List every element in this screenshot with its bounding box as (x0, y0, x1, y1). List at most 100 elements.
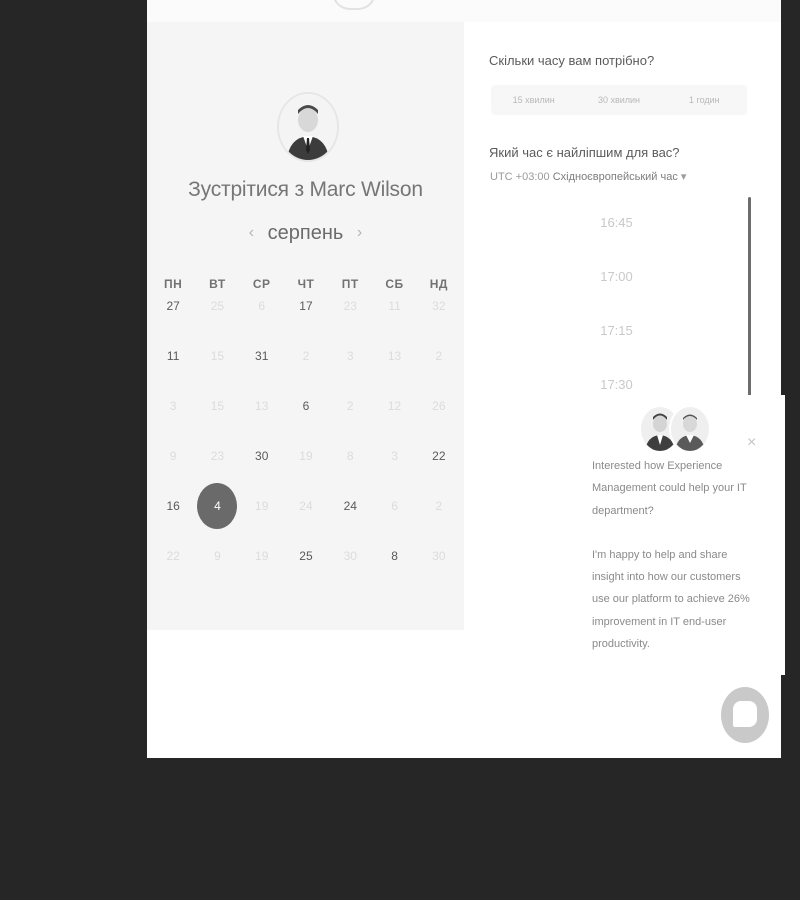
calendar-day-unavailable: 11 (372, 296, 416, 316)
calendar-day-unavailable: 3 (372, 446, 416, 466)
calendar-day-number: 11 (166, 349, 180, 363)
time-slot[interactable]: 17:30 (574, 377, 659, 392)
logo-icon (332, 0, 376, 10)
meeting-title: Зустрітися з Marc Wilson (188, 178, 423, 201)
calendar-day-unavailable: 12 (372, 396, 416, 416)
calendar-day-available[interactable]: 17 (284, 296, 328, 316)
calendar-day-number: 2 (346, 399, 354, 413)
time-slot[interactable]: 17:00 (574, 269, 659, 284)
calendar-week-row: 22 9 19 25 30 8 30 (151, 546, 461, 596)
calendar-day-number: 6 (391, 499, 398, 513)
calendar-day-available[interactable]: 25 (284, 546, 328, 566)
calendar-day-unavailable: 32 (417, 296, 461, 316)
close-icon[interactable]: × (747, 435, 756, 451)
calendar-day-number: 2 (302, 349, 310, 363)
calendar-day-unavailable: 3 (151, 396, 195, 416)
calendar-day-number: 8 (391, 549, 398, 563)
duration-option-60[interactable]: 1 годин (662, 85, 747, 115)
calendar-day-unavailable: 3 (328, 346, 372, 366)
calendar-day-number: 24 (299, 499, 313, 513)
modal-top-strip (147, 0, 781, 22)
calendar-week-row: 27 25 6 17 23 11 32 (151, 296, 461, 346)
calendar-day-number: 30 (432, 549, 446, 563)
calendar-day-number: 27 (166, 299, 180, 313)
calendar-day-number: 30 (255, 449, 269, 463)
calendar-grid: 27 25 6 17 23 11 32 11 15 31 2 3 13 2 3 15 13 6 2 12 26 9 23 30… (151, 296, 461, 596)
chat-popup: × Interested how Experience Management c… (577, 395, 785, 675)
calendar-day-available[interactable]: 6 (284, 396, 328, 416)
calendar-day-available[interactable]: 22 (417, 446, 461, 466)
calendar-day-number: 22 (166, 549, 180, 563)
calendar-day-number: 19 (255, 499, 269, 513)
calendar-day-number: 25 (299, 549, 313, 563)
time-slots-scrollbar[interactable] (748, 197, 751, 427)
calendar-day-number: 26 (432, 399, 446, 413)
calendar-day-available[interactable]: 27 (151, 296, 195, 316)
calendar-day-unavailable: 2 (328, 396, 372, 416)
calendar-day-number: 2 (435, 349, 443, 363)
calendar-day-unavailable: 15 (195, 346, 239, 366)
weekday-label: ЧТ (297, 277, 315, 291)
calendar-week-row: 3 15 13 6 2 12 26 (151, 396, 461, 446)
calendar-week-row: 11 15 31 2 3 13 2 (151, 346, 461, 396)
calendar-day-unavailable: 9 (151, 446, 195, 466)
calendar-panel: Зустрітися з Marc Wilson ‹ серпень › ПН … (147, 22, 464, 630)
calendar-day-unavailable: 23 (328, 296, 372, 316)
calendar-day-unavailable: 22 (151, 546, 195, 566)
calendar-day-number: 3 (169, 399, 177, 413)
chat-message-text: I'm happy to help and share insight into… (592, 548, 750, 651)
calendar-day-available[interactable]: 11 (151, 346, 195, 366)
calendar-day-number: 16 (166, 499, 180, 513)
calendar-day-number: 6 (302, 399, 310, 413)
weekday-label: НД (429, 277, 448, 291)
chat-message-text: Interested how Experience Management cou… (592, 460, 747, 517)
calendar-day-number: 3 (391, 449, 398, 463)
calendar-day-number: 22 (432, 449, 446, 463)
chevron-down-icon: ▾ (680, 171, 687, 183)
calendar-day-unavailable: 24 (284, 496, 328, 516)
chat-agents (639, 405, 711, 453)
next-month-icon[interactable]: › (357, 224, 362, 242)
calendar-day-unavailable: 13 (240, 396, 284, 416)
calendar-day-number: 24 (343, 499, 357, 513)
calendar-day-selected[interactable]: 4 (195, 483, 239, 529)
calendar-day-number: 4 (214, 499, 221, 513)
calendar-day-number: 32 (432, 299, 446, 313)
calendar-day-unavailable: 15 (195, 396, 239, 416)
calendar-day-number: 9 (169, 449, 177, 463)
calendar-day-number: 15 (210, 349, 225, 363)
weekday-header: ПН ВТ СР ЧТ ПТ СБ НД (151, 277, 461, 291)
calendar-day-number: 23 (210, 449, 225, 463)
prev-month-icon[interactable]: ‹ (249, 224, 254, 242)
calendar-day-available[interactable]: 30 (240, 446, 284, 466)
calendar-day-number: 13 (387, 349, 402, 363)
chat-launcher-button[interactable] (721, 687, 769, 743)
calendar-day-unavailable: 23 (195, 446, 239, 466)
time-slot[interactable]: 16:45 (574, 215, 659, 230)
calendar-day-number: 15 (210, 399, 225, 413)
calendar-day-available[interactable]: 16 (151, 496, 195, 516)
weekday-label: ПТ (341, 277, 359, 291)
calendar-day-number: 3 (346, 349, 354, 363)
calendar-day-number: 11 (388, 299, 401, 313)
month-label: серпень (267, 222, 344, 244)
time-question: Який час є найліпшим для вас? (489, 145, 680, 160)
calendar-day-unavailable: 8 (328, 446, 372, 466)
chat-message: Interested how Experience Management cou… (592, 455, 758, 655)
time-slot[interactable]: 17:15 (574, 323, 659, 338)
duration-option-30[interactable]: 30 хвилин (576, 85, 661, 115)
host-avatar (277, 92, 339, 162)
calendar-day-number: 19 (299, 449, 313, 463)
calendar-day-unavailable: 19 (284, 446, 328, 466)
duration-selector: 15 хвилин 30 хвилин 1 годин (491, 85, 747, 115)
calendar-day-number: 17 (299, 299, 313, 313)
calendar-day-unavailable: 2 (417, 496, 461, 516)
calendar-day-available[interactable]: 24 (328, 496, 372, 516)
duration-option-15[interactable]: 15 хвилин (491, 85, 576, 115)
calendar-day-number: 30 (343, 549, 357, 563)
calendar-day-available[interactable]: 31 (240, 346, 284, 366)
calendar-day-unavailable: 6 (372, 496, 416, 516)
calendar-day-available[interactable]: 8 (372, 546, 416, 566)
timezone-dropdown[interactable]: UTC +03:00 Східноєвропейський час ▾ (490, 170, 686, 183)
calendar-day-number: 8 (346, 449, 354, 463)
